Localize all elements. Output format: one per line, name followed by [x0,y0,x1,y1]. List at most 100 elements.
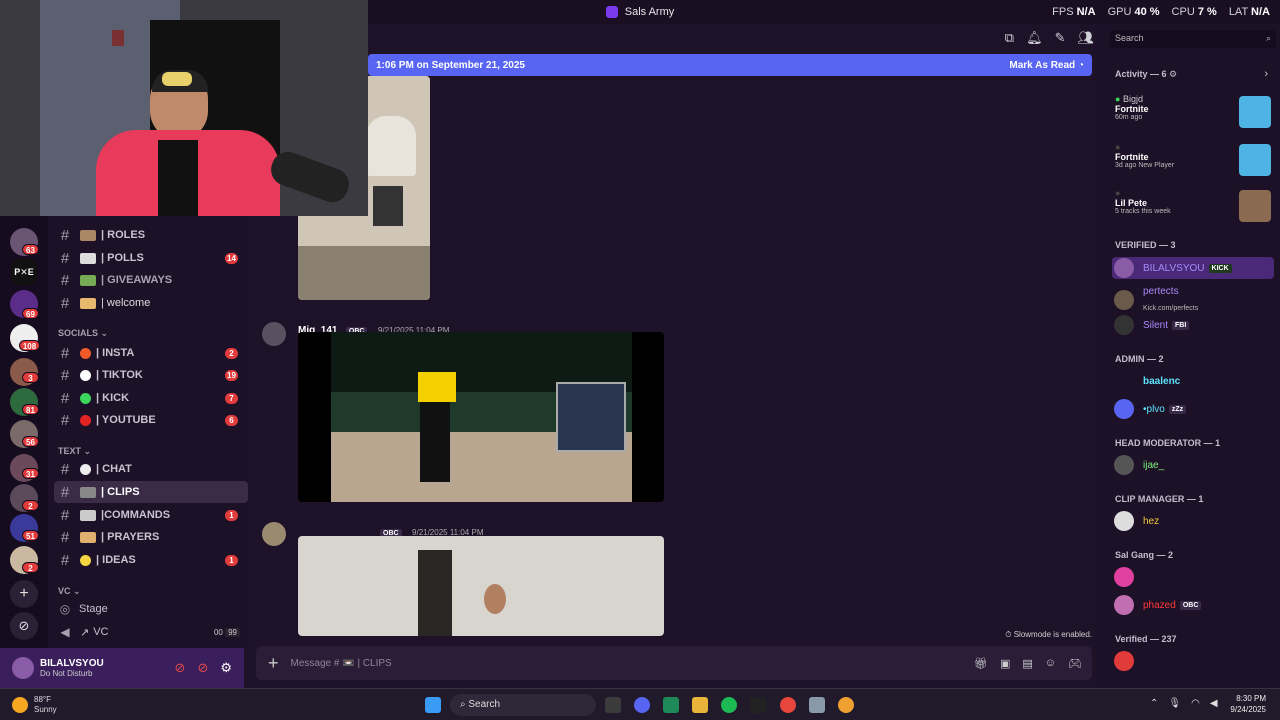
user-avatar[interactable] [12,657,34,679]
message-avatar[interactable] [262,322,286,346]
hash-icon: # [60,551,70,569]
mic-muted-icon[interactable]: ⊘ [175,660,186,676]
clock[interactable]: 8:30 PM 9/24/2025 [1230,693,1266,715]
member-row[interactable]: hez [1114,510,1274,532]
activity-card-1[interactable]: ● Bigjd Fortnite 60m ago [1115,94,1275,138]
keyboard-icon [80,509,96,521]
discover-icon[interactable]: ⊘ [10,612,38,640]
member-list: Search ⌕ Activity — 6 ⚙ › ● Bigjd Fortnit… [1100,24,1280,688]
apps-icon[interactable]: 🎮︎ [1068,657,1082,670]
threads-icon[interactable]: ⧉ [1005,30,1014,46]
activity-header-label: Activity — 6 [1115,69,1167,79]
speech-bubble-icon [80,463,91,475]
server-badge-9: 2 [22,500,39,511]
channel-vc[interactable]: ◀ ↗ VC 00 99 [54,621,248,643]
channel-kick[interactable]: # | KICK 7 [54,387,248,409]
activity-card-3[interactable]: ● Lil Pete 5 tracks this week [1115,188,1275,232]
server-icon-2[interactable]: P✕E [10,258,38,286]
category-vc[interactable]: VC ⌄ [58,586,81,597]
member-row[interactable]: •plvo zZz [1114,398,1274,420]
member-row[interactable]: Silent FBI [1114,314,1274,336]
weather-widget[interactable]: 88°F Sunny [12,695,57,715]
category-socials[interactable]: SOCIALS ⌄ [58,328,108,339]
spotify-icon[interactable] [721,697,737,713]
file-explorer-icon[interactable] [692,697,708,713]
user-name: BILALVSYOU [40,658,104,669]
member-row[interactable] [1114,650,1274,672]
gift-icon[interactable]: 🎁︎ [974,657,988,670]
headphones-muted-icon[interactable]: ⊘ [197,660,208,676]
member-row[interactable] [1114,566,1274,588]
task-view-icon[interactable] [605,697,621,713]
attachment-image-2[interactable] [298,536,664,636]
member-row[interactable]: baalenc [1114,370,1274,392]
channel-roles[interactable]: # | ROLES [54,224,248,246]
vc-user-count: 00 [213,627,223,637]
chrome-icon[interactable] [780,697,796,713]
sticker-icon[interactable]: ▤ [1022,657,1032,670]
chrome-alt-icon[interactable] [838,697,854,713]
gif-icon[interactable]: ▣ [1000,657,1010,670]
channel-prayers[interactable]: # | PRAYERS [54,526,248,548]
wifi-icon[interactable]: ◠ [1191,698,1200,709]
channel-insta[interactable]: # | INSTA 2 [54,342,248,364]
channel-youtube[interactable]: # | YOUTUBE 6 [54,409,248,431]
pin-icon[interactable]: ✎ [1055,30,1066,46]
member-row[interactable]: phazed OBC [1114,594,1274,616]
channel-ideas[interactable]: # | IDEAS 1 [54,549,248,571]
server-badge-8: 31 [22,468,39,479]
activity-card-2[interactable]: ● Fortnite 3d ago New Player [1115,142,1275,186]
party-icon [80,274,96,286]
member-row[interactable]: ijae_ [1114,454,1274,476]
discord-taskbar-icon[interactable] [634,697,650,713]
add-attachment-icon[interactable]: + [268,653,279,674]
microphone-icon[interactable]: 🎙︎ [1168,698,1181,709]
member-name: pertects [1143,285,1179,297]
unread-badge: 6 [225,414,238,426]
member-name: BILALVSYOU [1143,262,1205,274]
channel-label: | CHAT [96,463,132,475]
message-avatar[interactable] [262,522,286,546]
chevron-up-icon[interactable]: ⌃ [1150,698,1158,709]
videocassette-icon [80,486,96,498]
channel-welcome[interactable]: # | welcome [54,292,248,314]
bell-icon[interactable]: 🔔︎ [1026,30,1043,46]
taskbar-search[interactable]: ⌕ Search [450,694,596,716]
search-input[interactable]: Search ⌕ [1110,30,1276,48]
member-avatar [1114,595,1134,615]
taskbar-search-label: Search [468,699,501,710]
channel-clips[interactable]: # | CLIPS [54,481,248,503]
app-taskbar-icon[interactable] [663,697,679,713]
hash-icon: # [60,411,70,429]
emoji-icon[interactable]: ☺ [1045,657,1056,670]
channel-polls[interactable]: # | POLLS 14 [54,247,248,269]
server-badge-11: 2 [22,562,39,573]
members-icon[interactable]: 👥︎ [1077,30,1094,46]
channel-list: # | ROLES # | POLLS 14 # | GIVEAWAYS # | welc… [48,200,248,648]
member-row[interactable]: pertects Kick.com/perfects [1114,286,1274,314]
settings-gear-icon[interactable]: ⚙ [220,660,232,676]
settings-icon[interactable] [809,697,825,713]
activity-header[interactable]: Activity — 6 ⚙ [1115,69,1177,80]
windows-start-icon[interactable] [425,697,441,713]
member-avatar [1114,455,1134,475]
channel-tiktok[interactable]: # | TIKTOK 19 [54,364,248,386]
hash-icon: # [60,506,70,524]
obs-icon[interactable] [750,697,766,713]
category-text[interactable]: TEXT ⌄ [58,446,91,457]
chevron-right-icon[interactable]: › [1264,68,1268,80]
add-server-icon[interactable]: + [10,580,38,608]
channel-commands[interactable]: # |COMMANDS 1 [54,504,248,526]
channel-chat[interactable]: # | CHAT [54,458,248,480]
speaker-icon: ◀ [60,625,70,639]
new-messages-banner[interactable]: 1:06 PM on September 21, 2025 Mark As Re… [368,54,1092,76]
mark-as-read-button[interactable]: Mark As Read ◔ [1009,60,1084,71]
channel-giveaways[interactable]: # | GIVEAWAYS [54,269,248,291]
cpu-value: 7 % [1197,6,1217,18]
message-input[interactable]: Message # 📼 | CLIPS [291,658,975,669]
video-attachment[interactable] [298,332,664,502]
member-avatar [1114,511,1134,531]
volume-icon[interactable]: ◀ [1210,698,1218,709]
channel-stage[interactable]: ◎ Stage [54,598,248,620]
member-row[interactable]: BILALVSYOU KICK [1112,257,1274,279]
